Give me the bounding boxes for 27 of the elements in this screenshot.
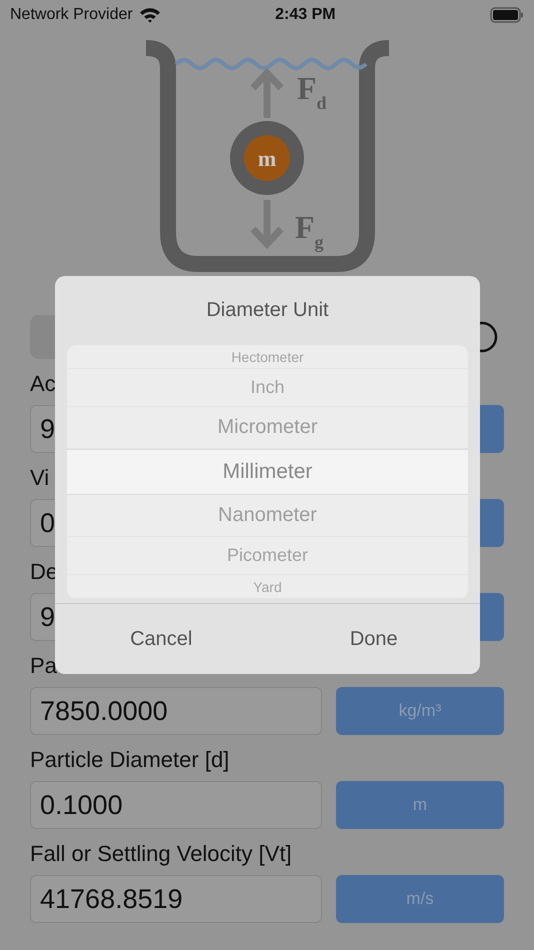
- input-field[interactable]: 0.1000: [30, 781, 322, 829]
- picker-option[interactable]: Hectometer: [67, 345, 468, 369]
- field-label: Vi: [30, 464, 50, 492]
- input-field[interactable]: 7850.0000: [30, 687, 322, 735]
- battery-icon: [490, 7, 524, 23]
- field-label: Particle Diameter [d]: [30, 746, 230, 774]
- dialog-title: Diameter Unit: [206, 298, 329, 323]
- picker-option[interactable]: Millimeter: [67, 449, 468, 495]
- dialog-button[interactable]: Done: [268, 604, 480, 674]
- picker-option[interactable]: Yard: [67, 575, 468, 599]
- field-label: Pa: [30, 652, 57, 680]
- input-field[interactable]: 41768.8519: [30, 875, 322, 923]
- mass-label: m: [258, 146, 276, 171]
- picker-option[interactable]: Inch: [67, 369, 468, 407]
- drag-force-label: F$_{d}$: [297, 70, 327, 113]
- field-label: Fall or Settling Velocity [Vt]: [30, 840, 292, 868]
- carrier-name: Network Provider: [10, 6, 133, 24]
- gravity-force-label: F$_{g}$: [295, 209, 324, 252]
- unit-button[interactable]: m/s: [336, 875, 504, 923]
- unit-button[interactable]: kg/m³: [336, 687, 504, 735]
- clock-time: 2:43 PM: [275, 6, 337, 24]
- field-label: Ac: [30, 370, 56, 398]
- picker-option[interactable]: Picometer: [67, 537, 468, 575]
- picker-option[interactable]: Nanometer: [67, 495, 468, 537]
- unit-picker[interactable]: Hectometer Inch Micrometer Millimeter Nanometer Picometer Yard: [67, 345, 468, 599]
- unit-button[interactable]: m: [336, 781, 504, 829]
- wifi-icon: [138, 7, 161, 23]
